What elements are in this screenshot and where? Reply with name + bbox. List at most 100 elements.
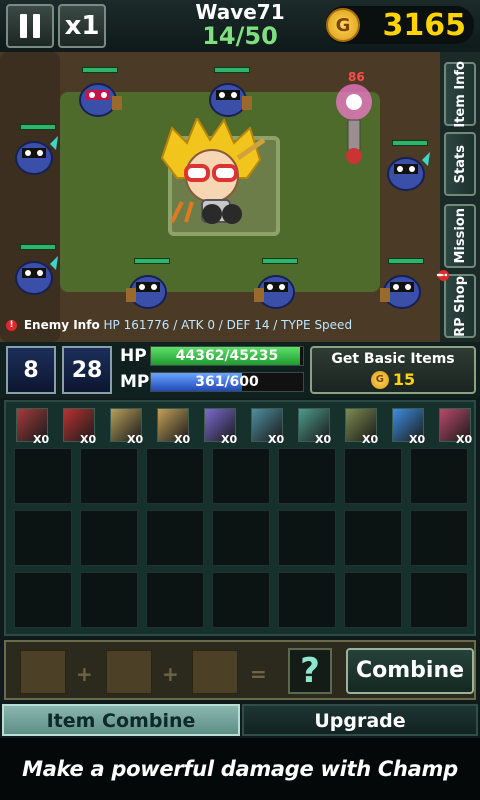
inventory-slot[interactable] [212, 510, 270, 566]
inventory-slot[interactable] [146, 510, 204, 566]
gold-coin-icon: G [370, 370, 389, 389]
item-count: X0 [127, 433, 144, 446]
alert-icon: ! [436, 270, 451, 281]
side-tabs: Item Info Stats Mission ! RP Shop [436, 52, 480, 342]
inventory-slot[interactable] [212, 572, 270, 628]
enemy-monster [126, 275, 167, 309]
tab-mission[interactable]: Mission [444, 204, 476, 268]
item-wand[interactable]: X0 [204, 408, 237, 446]
tab-upgrade[interactable]: Upgrade [242, 704, 478, 736]
wave-title: Wave71 [195, 0, 285, 24]
item-orb[interactable]: X0 [392, 408, 425, 446]
item-shield[interactable]: X0 [298, 408, 331, 446]
item-bow[interactable]: X0 [110, 408, 143, 446]
get-basic-items-button[interactable]: Get Basic Items G 15 [310, 346, 476, 394]
tab-rp-shop-label: RP Shop [452, 275, 468, 337]
alert-icon: ! [6, 320, 17, 331]
item-sword[interactable]: X0 [16, 408, 49, 446]
item-staff[interactable]: X0 [157, 408, 190, 446]
item-count: X0 [409, 433, 426, 446]
item-tome[interactable]: X0 [439, 408, 472, 446]
tab-stats-label: Stats [452, 144, 468, 184]
skill-2-value: 28 [71, 357, 103, 383]
item-count: X0 [174, 433, 191, 446]
tower-effect [336, 84, 372, 164]
inventory-slot[interactable] [278, 448, 336, 504]
enemy-monster [380, 275, 421, 309]
combine-slot-1[interactable] [20, 650, 66, 694]
top-bar: x1 Wave71 14/50 G 3165 [0, 0, 480, 52]
mp-text: 361/600 [195, 374, 259, 390]
enemy-hp-bar [20, 244, 56, 250]
enemy-hp-bar [388, 258, 424, 264]
equals-icon: = [250, 662, 267, 686]
inventory-slot[interactable] [80, 510, 138, 566]
basic-items-cost: G 15 [312, 370, 474, 389]
promo-banner: Make a powerful damage with Champ skill! [0, 738, 480, 800]
pause-button[interactable] [6, 4, 54, 48]
skill-slot-2[interactable]: 28 [62, 346, 112, 394]
enemy-hp-bar [262, 258, 298, 264]
item-count: X0 [362, 433, 379, 446]
inventory-slot[interactable] [146, 572, 204, 628]
combine-button[interactable]: Combine [346, 648, 474, 694]
item-count: X0 [268, 433, 285, 446]
tab-mission-label: Mission [452, 208, 468, 264]
enemy-hp-bar [82, 67, 118, 73]
enemy-info: ! Enemy Info HP 161776 / ATK 0 / DEF 14 … [6, 318, 352, 332]
item-armor[interactable]: X0 [345, 408, 378, 446]
wave-indicator: Wave71 14/50 [180, 0, 300, 48]
combine-slot-3[interactable] [192, 650, 238, 694]
inventory-slot[interactable] [344, 448, 402, 504]
inventory-slot[interactable] [80, 572, 138, 628]
item-count: X0 [456, 433, 473, 446]
enemy-info-label: Enemy Info [23, 318, 100, 332]
battlefield: 86 ! Enemy Info HP 161776 / ATK 0 / DEF … [0, 52, 440, 342]
skill-slot-1[interactable]: 8 [6, 346, 56, 394]
mp-label: MP [120, 372, 150, 392]
speed-label: x1 [64, 11, 100, 41]
inventory-slot[interactable] [14, 572, 72, 628]
plus-icon: + [76, 662, 93, 686]
pause-icon [20, 14, 40, 38]
enemy-info-stats: HP 161776 / ATK 0 / DEF 14 / TYPE Speed [103, 318, 353, 332]
enemy-monster [15, 136, 58, 175]
enemy-monster [79, 83, 122, 117]
stats-row: 8 28 HP 44362/45235 MP 361/600 Get Basic… [0, 342, 480, 398]
speed-button[interactable]: x1 [58, 4, 106, 48]
plus-icon: + [162, 662, 179, 686]
inventory-slot[interactable] [344, 510, 402, 566]
inventory-slot[interactable] [80, 448, 138, 504]
item-axe[interactable]: X0 [251, 408, 284, 446]
inventory-slot[interactable] [146, 448, 204, 504]
skill-1-value: 8 [23, 357, 39, 383]
dirt-path-left [0, 52, 60, 342]
hp-text: 44362/45235 [175, 348, 279, 364]
tab-item-combine[interactable]: Item Combine [2, 704, 240, 736]
tab-rp-shop[interactable]: ! RP Shop [436, 270, 476, 338]
inventory-slot[interactable] [278, 572, 336, 628]
combine-slot-2[interactable] [106, 650, 152, 694]
tab-stats[interactable]: Stats [444, 132, 476, 196]
tab-item-info-label: Item Info [452, 60, 468, 128]
combine-bar: + + = ? Combine [4, 640, 476, 700]
enemy-monster [15, 256, 58, 295]
champion-character[interactable] [152, 118, 272, 228]
inventory-slot[interactable] [410, 510, 468, 566]
inventory-slot[interactable] [278, 510, 336, 566]
item-blade[interactable]: X0 [63, 408, 96, 446]
inventory-slot[interactable] [344, 572, 402, 628]
inventory-slot[interactable] [14, 510, 72, 566]
item-count: X0 [221, 433, 238, 446]
inventory-slot[interactable] [14, 448, 72, 504]
basic-items-cost-value: 15 [392, 370, 416, 389]
inventory-slot[interactable] [410, 448, 468, 504]
tab-item-info[interactable]: Item Info [444, 60, 476, 128]
gold-display: G 3165 [326, 6, 474, 44]
inventory-panel: X0 X0 X0 X0 X0 X0 X0 X0 X0 X0 [4, 400, 476, 636]
combine-result-slot: ? [288, 648, 332, 694]
gold-coin-icon: G [326, 8, 360, 42]
gold-amount: 3165 [382, 7, 467, 43]
inventory-slot[interactable] [410, 572, 468, 628]
inventory-slot[interactable] [212, 448, 270, 504]
